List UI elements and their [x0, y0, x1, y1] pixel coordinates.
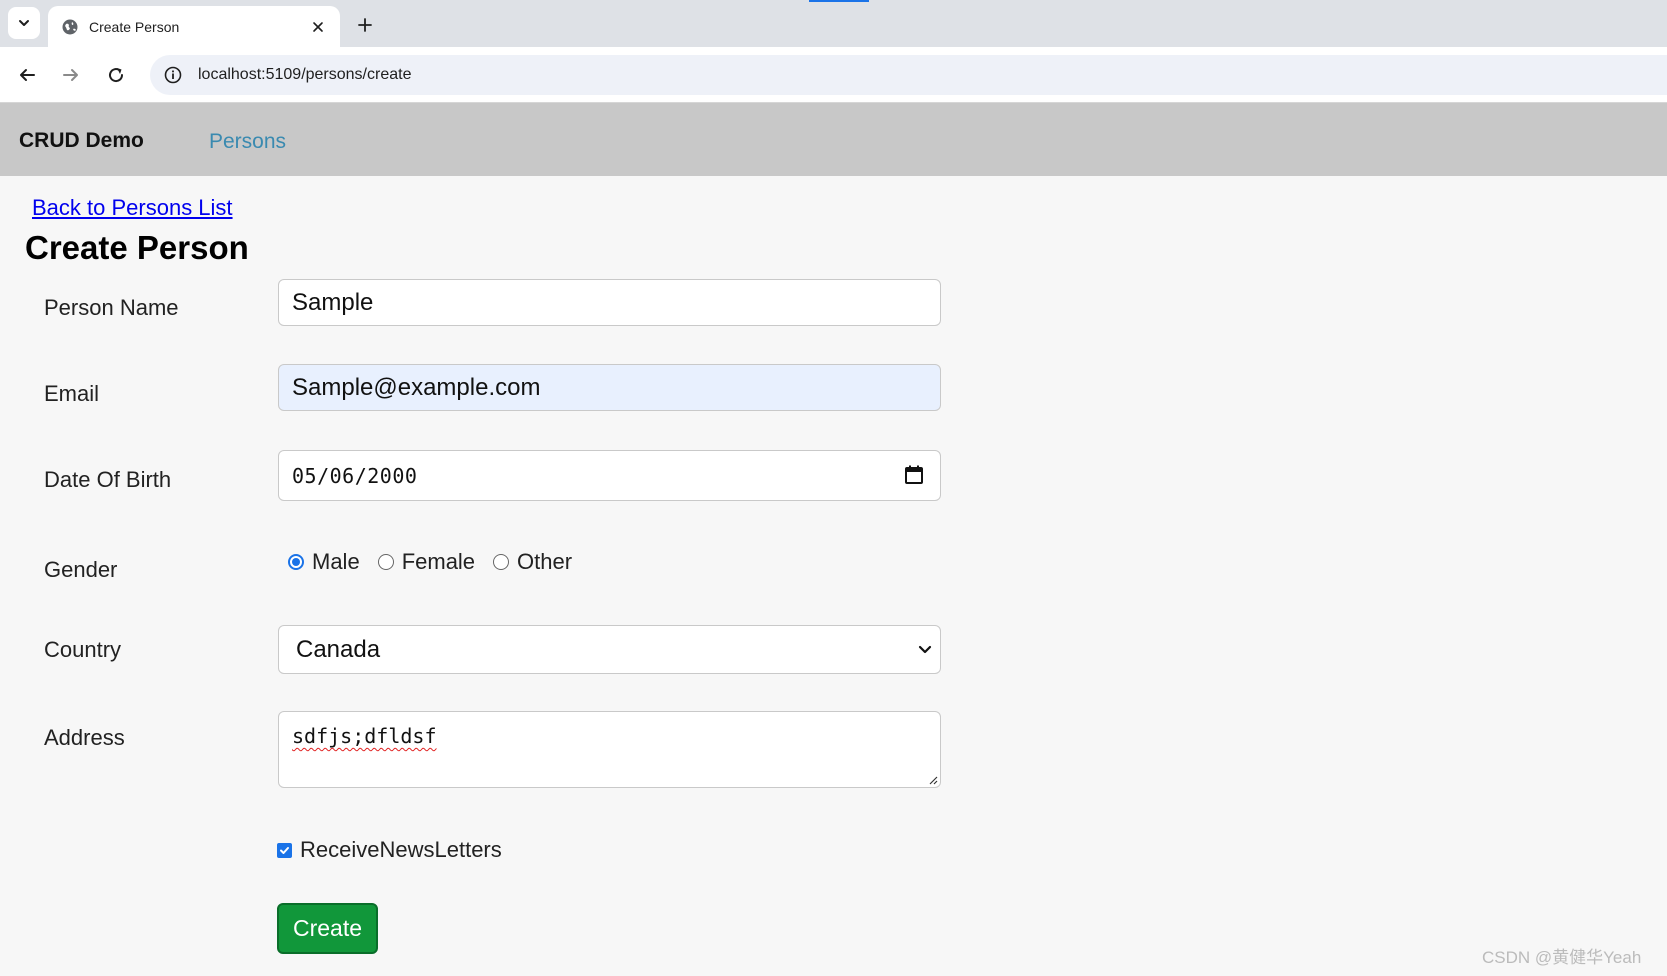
gender-option-label: Male: [312, 549, 360, 574]
chevron-down-icon: [918, 645, 932, 654]
browser-tab[interactable]: Create Person: [48, 6, 340, 47]
arrow-right-icon: [63, 69, 78, 81]
tab-close-button[interactable]: [304, 13, 332, 41]
reload-button[interactable]: [100, 59, 132, 91]
country-value: Canada: [296, 635, 381, 663]
watermark-text: CSDN @黄健华Yeah: [1482, 948, 1642, 967]
gender-radio-group: Male Female Other: [288, 549, 590, 575]
email-input[interactable]: Sample@example.com: [278, 364, 941, 411]
gender-option-other[interactable]: Other: [493, 549, 572, 575]
browser-toolbar: localhost:5109/persons/create: [0, 47, 1667, 103]
address-bar[interactable]: localhost:5109/persons/create: [150, 55, 1667, 95]
gender-option-female[interactable]: Female: [377, 549, 476, 575]
gender-label: Gender: [44, 557, 118, 582]
browser-tabstrip: Create Person: [0, 0, 1667, 47]
dob-label: Date Of Birth: [44, 467, 172, 492]
brand-title[interactable]: CRUD Demo: [19, 129, 144, 153]
forward-button[interactable]: [55, 59, 87, 91]
email-value: Sample@example.com: [292, 373, 541, 401]
radio-button-male[interactable]: [288, 554, 304, 570]
nav-link-persons[interactable]: Persons: [209, 130, 286, 154]
address-value: sdfjs;dfldsf: [292, 724, 437, 748]
newsletter-option[interactable]: ReceiveNewsLetters: [277, 837, 502, 863]
dob-value: 05/06/2000: [292, 463, 418, 488]
back-to-list-link[interactable]: Back to Persons List: [32, 195, 233, 221]
arrow-left-icon: [20, 69, 35, 81]
url-text: localhost:5109/persons/create: [198, 66, 412, 83]
new-tab-button[interactable]: [350, 10, 380, 40]
radio-button-female[interactable]: [377, 554, 394, 570]
newsletter-checkbox[interactable]: [277, 842, 292, 858]
app-navbar: CRUD Demo Persons: [0, 103, 1667, 176]
info-icon: [164, 66, 182, 84]
tab-title: Create Person: [89, 18, 180, 35]
chevron-down-icon: [19, 20, 29, 26]
dob-input[interactable]: 05/06/2000: [278, 450, 941, 501]
page-title: Create Person: [25, 229, 249, 266]
close-icon: [313, 21, 323, 32]
resize-grip-icon[interactable]: [928, 775, 938, 785]
site-info-button[interactable]: [160, 62, 186, 88]
reload-icon: [109, 68, 124, 83]
country-label: Country: [44, 637, 122, 662]
person-name-input[interactable]: Sample: [278, 279, 941, 326]
globe-icon: [62, 19, 78, 34]
gender-option-label: Other: [517, 549, 573, 574]
gender-option-male[interactable]: Male: [288, 549, 360, 575]
back-button[interactable]: [11, 59, 43, 91]
tab-search-button[interactable]: [8, 7, 40, 39]
address-label: Address: [44, 725, 125, 750]
calendar-icon[interactable]: [904, 465, 924, 485]
gender-option-label: Female: [401, 549, 476, 574]
create-button[interactable]: Create: [277, 903, 378, 954]
newsletter-label: ReceiveNewsLetters: [300, 837, 502, 862]
plus-icon: [358, 18, 372, 32]
country-select[interactable]: Canada: [278, 625, 941, 674]
email-label: Email: [44, 381, 100, 406]
checkmark-icon: [280, 846, 289, 854]
person-name-label: Person Name: [44, 295, 179, 320]
person-name-value: Sample: [292, 288, 374, 316]
radio-button-other[interactable]: [493, 554, 510, 570]
tab-strip-indicator: [809, 0, 869, 2]
address-textarea[interactable]: sdfjs;dfldsf: [278, 711, 941, 788]
